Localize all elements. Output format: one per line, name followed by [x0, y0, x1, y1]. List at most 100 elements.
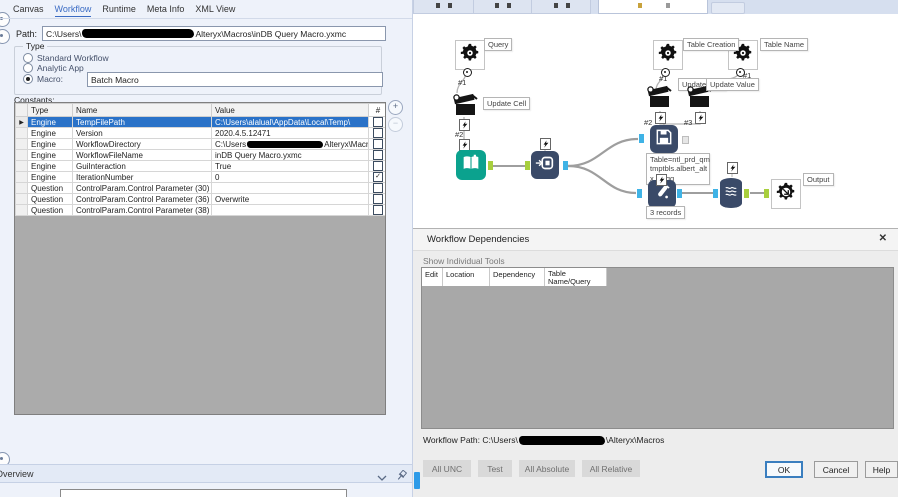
tool-data-stream-out[interactable]: [720, 178, 742, 208]
radio-icon-selected[interactable]: [23, 74, 33, 84]
workflow-canvas[interactable]: Query #1 Update Cell #2 Table Creation #…: [413, 14, 898, 228]
output-anchor-blue[interactable]: [563, 161, 568, 170]
input-anchor-green[interactable]: [764, 189, 769, 198]
annotation-table-creation[interactable]: Table Creation: [683, 38, 740, 51]
cell-name[interactable]: Version: [72, 127, 212, 139]
output-anchor-green[interactable]: [744, 189, 749, 198]
constants-row-selected[interactable]: ▶ Engine TempFilePath C:\Users\alalual\A…: [15, 116, 385, 128]
cell-type[interactable]: Question: [27, 204, 73, 216]
close-icon[interactable]: ✕: [879, 233, 887, 244]
cell-value[interactable]: Overwrite: [211, 193, 369, 205]
annotation-output[interactable]: Output: [803, 173, 834, 186]
header-value[interactable]: Value: [211, 103, 369, 117]
tab-runtime[interactable]: Runtime: [102, 4, 136, 17]
constants-row[interactable]: Question ControlParam.Control Parameter …: [15, 193, 385, 205]
cell-name[interactable]: WorkflowDirectory: [72, 138, 212, 150]
checkbox-unchecked[interactable]: [373, 161, 383, 171]
cell-name[interactable]: ControlParam.Control Parameter (36): [72, 193, 212, 205]
cell-check[interactable]: [368, 127, 385, 139]
tab-workflow[interactable]: Workflow: [54, 4, 92, 17]
document-tab-active[interactable]: [598, 0, 708, 14]
cell-value[interactable]: inDB Query Macro.yxmc: [211, 149, 369, 161]
tab-meta-info[interactable]: Meta Info: [147, 4, 185, 17]
help-button[interactable]: Help: [865, 461, 898, 478]
cell-value[interactable]: C:\Users Alteryx\Macros: [211, 138, 369, 150]
cell-name[interactable]: IterationNumber: [72, 171, 212, 183]
cell-name[interactable]: WorkflowFileName: [72, 149, 212, 161]
constants-row[interactable]: Engine GuiInteraction True: [15, 160, 385, 172]
cell-type[interactable]: Engine: [27, 149, 73, 161]
checkbox-unchecked[interactable]: [373, 150, 383, 160]
cell-check[interactable]: [368, 182, 385, 194]
cell-type[interactable]: Question: [27, 182, 73, 194]
tool-data-stream-in[interactable]: [531, 151, 559, 179]
remove-constant-button[interactable]: −: [388, 117, 403, 132]
cell-value[interactable]: [211, 204, 369, 216]
cell-name[interactable]: TempFilePath: [72, 116, 212, 128]
annotation-table-name[interactable]: Table Name: [760, 38, 809, 51]
cell-type[interactable]: Engine: [27, 160, 73, 172]
ok-button[interactable]: OK: [765, 461, 803, 478]
annotation-record-count[interactable]: 3 records: [646, 206, 686, 219]
cell-type[interactable]: Engine: [27, 127, 73, 139]
control-output-connector[interactable]: [463, 68, 472, 77]
radio-icon[interactable]: [23, 53, 33, 63]
annotation-update-cell[interactable]: Update Cell: [483, 97, 531, 110]
tab-canvas[interactable]: Canvas: [13, 4, 44, 17]
checkbox-unchecked[interactable]: [373, 128, 383, 138]
input-anchor-blue[interactable]: [713, 189, 718, 198]
chevron-down-icon[interactable]: [377, 468, 387, 486]
constants-row[interactable]: Engine IterationNumber 0 ✓: [15, 171, 385, 183]
tab-xml-view[interactable]: XML View: [195, 4, 235, 17]
tool-macro-output[interactable]: [771, 179, 801, 209]
cell-value[interactable]: 2020.4.5.12471: [211, 127, 369, 139]
add-constant-button[interactable]: +: [388, 100, 403, 115]
constants-row[interactable]: Engine Version 2020.4.5.12471: [15, 127, 385, 139]
macro-type-select[interactable]: Batch Macro: [87, 72, 383, 87]
checkbox-unchecked[interactable]: [373, 117, 383, 127]
tool-update-cell-action[interactable]: [452, 93, 480, 119]
header-edit[interactable]: Edit: [422, 268, 443, 286]
tabstrip-button[interactable]: [711, 2, 745, 14]
output-anchor-blue[interactable]: [677, 189, 682, 198]
checkbox-unchecked[interactable]: [373, 205, 383, 215]
constants-row[interactable]: Question ControlParam.Control Parameter …: [15, 182, 385, 194]
document-tab[interactable]: [413, 0, 474, 14]
tool-macro-input[interactable]: [456, 150, 486, 180]
cell-name[interactable]: GuiInteraction: [72, 160, 212, 172]
document-tab[interactable]: [473, 0, 532, 14]
radio-analytic-app[interactable]: Analytic App: [23, 63, 84, 73]
path-input[interactable]: C:\Users\ Alteryx\Macros\inDB Query Macr…: [42, 26, 387, 41]
cell-value[interactable]: True: [211, 160, 369, 172]
tool-query-control-parameter[interactable]: [455, 40, 485, 70]
input-anchor-blue[interactable]: [639, 134, 644, 143]
header-hash[interactable]: #: [368, 103, 385, 117]
overview-panel-header[interactable]: Overview: [0, 464, 412, 483]
checkbox-checked[interactable]: ✓: [373, 172, 383, 182]
tool-update-value-action-1[interactable]: [646, 85, 674, 111]
cell-check[interactable]: [368, 160, 385, 172]
all-absolute-button[interactable]: All Absolute: [519, 460, 575, 477]
cell-type[interactable]: Engine: [27, 171, 73, 183]
pin-icon[interactable]: [396, 468, 408, 486]
input-anchor-green[interactable]: [525, 161, 530, 170]
annotation-update-value-2[interactable]: Update Value: [706, 78, 759, 91]
checkbox-unchecked[interactable]: [373, 183, 383, 193]
cell-value[interactable]: 0: [211, 171, 369, 183]
cell-type[interactable]: Engine: [27, 116, 73, 128]
radio-macro[interactable]: Macro:: [23, 74, 63, 84]
constants-row[interactable]: Engine WorkflowDirectory C:\Users Alteryx…: [15, 138, 385, 150]
document-tab[interactable]: [531, 0, 591, 14]
header-dependency[interactable]: Dependency: [490, 268, 545, 286]
header-table-name-query[interactable]: Table Name/Query: [545, 268, 607, 286]
input-anchor-blue[interactable]: [637, 189, 642, 198]
cell-check[interactable]: [368, 116, 385, 128]
cell-check[interactable]: [368, 204, 385, 216]
panel-nav-icon[interactable]: [0, 12, 10, 27]
cell-check[interactable]: [368, 149, 385, 161]
radio-icon[interactable]: [23, 63, 33, 73]
cell-type[interactable]: Question: [27, 193, 73, 205]
show-individual-tools-link[interactable]: Show Individual Tools: [423, 256, 505, 266]
all-unc-button[interactable]: All UNC: [423, 460, 471, 477]
radio-standard-workflow[interactable]: Standard Workflow: [23, 53, 109, 63]
